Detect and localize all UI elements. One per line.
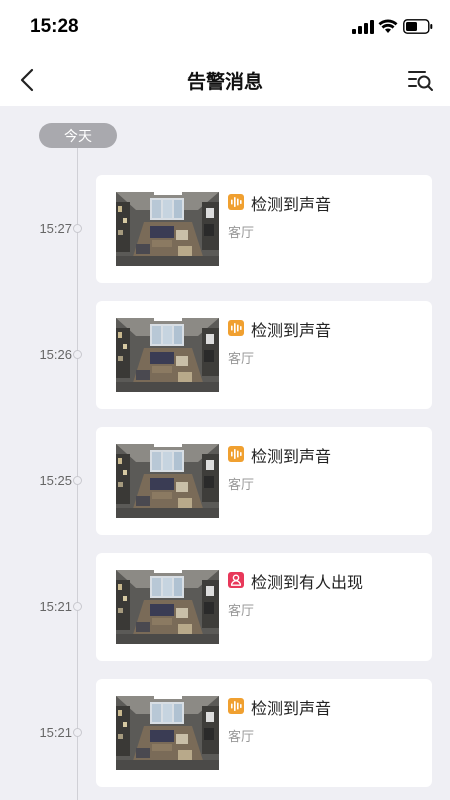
camera-snapshot-image: [116, 444, 219, 518]
signal-icon: [352, 20, 374, 34]
sound-wave-icon: [228, 446, 244, 462]
alert-thumbnail[interactable]: [116, 444, 219, 518]
timeline-dot: [73, 602, 82, 611]
sound-wave-icon: [228, 698, 244, 714]
sound-wave-icon: [228, 320, 244, 336]
status-time: 15:28: [30, 16, 79, 37]
timeline-dot: [73, 728, 82, 737]
camera-snapshot-image: [116, 318, 219, 392]
timeline-dot: [73, 224, 82, 233]
list-search-icon: [408, 71, 433, 91]
camera-snapshot-image: [116, 570, 219, 644]
alert-location: 客厅: [228, 604, 255, 619]
camera-snapshot-image: [116, 696, 219, 770]
timeline-dot: [73, 350, 82, 359]
filter-button[interactable]: [404, 64, 438, 96]
alert-card[interactable]: 检测到声音客厅: [96, 175, 432, 283]
alert-title: 检测到声音: [251, 321, 332, 340]
alert-time: 15:21: [39, 725, 72, 740]
sound-wave-icon: [228, 194, 244, 210]
alert-time: 15:25: [39, 473, 72, 488]
timeline-line: [77, 140, 78, 800]
date-badge: 今天: [39, 123, 117, 148]
alert-time: 15:21: [39, 599, 72, 614]
person-icon: [228, 572, 244, 588]
alert-thumbnail[interactable]: [116, 696, 219, 770]
camera-snapshot-image: [116, 192, 219, 266]
alert-location: 客厅: [228, 226, 255, 241]
alert-location: 客厅: [228, 730, 255, 745]
page-title: 告警消息: [186, 71, 263, 93]
alert-card[interactable]: 检测到声音客厅: [96, 301, 432, 409]
alert-location: 客厅: [228, 352, 255, 367]
timeline-dot: [73, 476, 82, 485]
alert-time: 15:26: [39, 347, 72, 362]
sound-wave-icon: [228, 194, 244, 210]
alert-title: 检测到声音: [251, 195, 332, 214]
alert-thumbnail[interactable]: [116, 318, 219, 392]
alert-card[interactable]: 检测到有人出现客厅: [96, 553, 432, 661]
alert-title: 检测到有人出现: [251, 573, 364, 592]
alert-time: 15:27: [39, 221, 72, 236]
sound-wave-icon: [228, 698, 244, 714]
alert-location: 客厅: [228, 478, 255, 493]
nav-bar: 告警消息: [0, 54, 450, 106]
alert-card[interactable]: 检测到声音客厅: [96, 427, 432, 535]
alert-card[interactable]: 检测到声音客厅: [96, 679, 432, 787]
alert-thumbnail[interactable]: [116, 570, 219, 644]
alert-title: 检测到声音: [251, 447, 332, 466]
wifi-icon: [378, 19, 398, 33]
person-icon: [228, 572, 244, 588]
alert-thumbnail[interactable]: [116, 192, 219, 266]
status-bar: 15:28: [0, 0, 450, 54]
sound-wave-icon: [228, 446, 244, 462]
sound-wave-icon: [228, 320, 244, 336]
battery-icon: [403, 19, 433, 34]
alert-title: 检测到声音: [251, 699, 332, 718]
